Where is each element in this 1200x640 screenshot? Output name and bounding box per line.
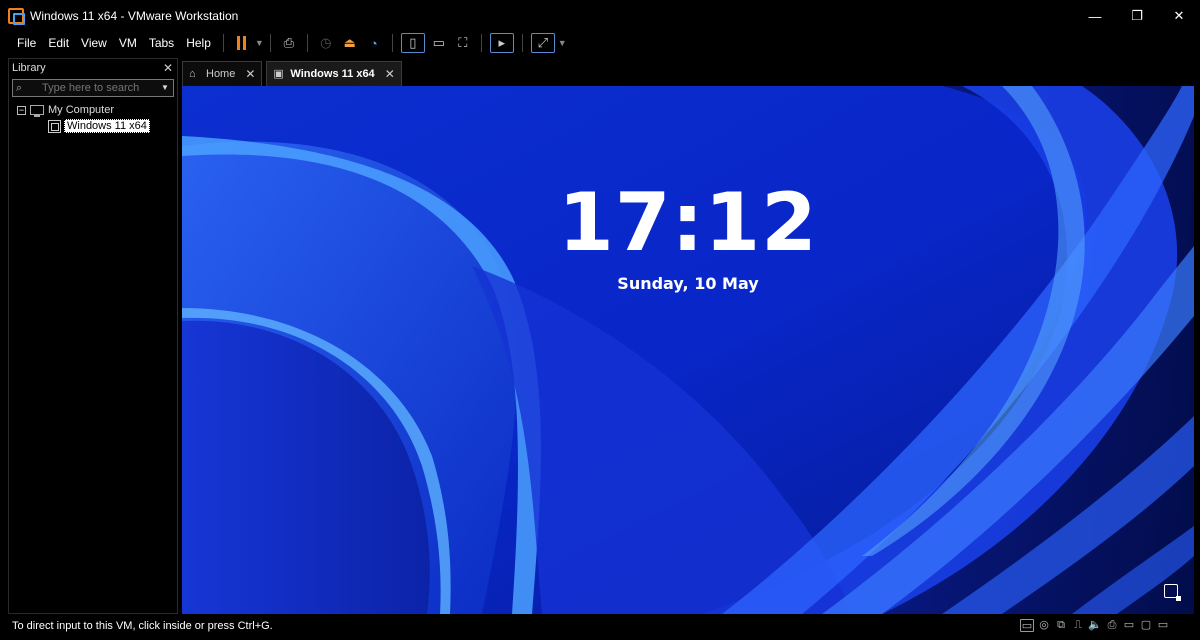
status-message: To direct input to this VM, click inside…: [12, 620, 273, 632]
vmware-logo-icon: [8, 8, 25, 25]
menu-file[interactable]: File: [11, 36, 42, 50]
title-bar: Windows 11 x64 - VMware Workstation — ❐ …: [0, 0, 1200, 32]
message-log-icon[interactable]: ▢: [1139, 619, 1153, 632]
vm-icon: [48, 119, 61, 133]
tab-strip: ⌂ Home ✕ ▣ Windows 11 x64 ✕: [182, 60, 1194, 86]
library-panel: Library ✕ ⌕ ▼ − My Computer Windows 11 x…: [8, 58, 178, 614]
accessibility-icon[interactable]: [1164, 584, 1181, 601]
collapse-icon[interactable]: −: [17, 105, 26, 115]
menu-tabs[interactable]: Tabs: [143, 36, 180, 50]
tree-item-windows-11-x64[interactable]: Windows 11 x64: [9, 118, 177, 134]
library-tree: − My Computer Windows 11 x64: [9, 102, 177, 134]
show-thumbnail-icon[interactable]: ▭: [427, 33, 451, 53]
device-status-icons: ▭ ◎ ⧉ ⎍ 🔈 ⎙ ▭ ▢ ▭: [1020, 619, 1170, 632]
sound-icon[interactable]: 🔈: [1088, 619, 1102, 632]
window-title: Windows 11 x64 - VMware Workstation: [30, 9, 239, 23]
tab-label: Windows 11 x64: [290, 68, 375, 80]
home-icon: ⌂: [189, 68, 196, 80]
show-library-icon[interactable]: ▯: [400, 33, 425, 53]
pause-icon: [237, 36, 247, 50]
wallpaper-bloom: [182, 86, 1194, 614]
computer-icon: [30, 105, 44, 117]
tree-item-label: Windows 11 x64: [64, 119, 150, 133]
printer-icon[interactable]: ⎙: [1105, 619, 1119, 632]
status-bar: To direct input to this VM, click inside…: [0, 616, 1200, 636]
pause-button[interactable]: [230, 33, 254, 53]
stretch-icon[interactable]: ⤢: [530, 33, 555, 53]
window-controls: — ❐ ✕: [1074, 0, 1200, 32]
send-ctrl-alt-del-icon[interactable]: ⎙: [277, 33, 301, 53]
tab-close-icon[interactable]: ✕: [245, 67, 255, 81]
toolbar-divider: [480, 34, 482, 52]
revert-snapshot-icon[interactable]: ⏏: [338, 33, 362, 53]
full-screen-icon[interactable]: ⛶: [451, 33, 475, 53]
display-icon[interactable]: ▭: [1122, 619, 1136, 632]
menu-edit[interactable]: Edit: [42, 36, 75, 50]
vm-icon: ▣: [273, 68, 284, 80]
snapshot-manager-icon[interactable]: ◔: [362, 33, 386, 53]
toolbar-divider: [521, 34, 523, 52]
stretch-dropdown-icon[interactable]: ▼: [558, 38, 567, 48]
menu-help[interactable]: Help: [180, 36, 217, 50]
lock-screen-time: 17:12: [558, 176, 818, 269]
library-close-icon[interactable]: ✕: [163, 61, 173, 75]
library-search: ⌕ ▼: [12, 79, 174, 97]
toolbar-divider: [222, 34, 224, 52]
library-header: Library ✕: [9, 59, 177, 77]
vm-display[interactable]: 17:12 Sunday, 10 May: [182, 86, 1194, 614]
toolbar-divider: [269, 34, 271, 52]
toolbar-divider: [306, 34, 308, 52]
console-icon[interactable]: ▸: [489, 33, 514, 53]
lock-screen-date: Sunday, 10 May: [617, 274, 759, 293]
menu-toolbar: File Edit View VM Tabs Help ▼ ⎙ ◷ ⏏ ◔ ▯ …: [0, 32, 1200, 54]
minimize-button[interactable]: —: [1074, 0, 1116, 32]
tab-home[interactable]: ⌂ Home ✕: [182, 61, 263, 86]
menu-view[interactable]: View: [75, 36, 113, 50]
tab-close-icon[interactable]: ✕: [385, 67, 395, 81]
library-title: Library: [12, 62, 46, 74]
library-search-input[interactable]: [42, 82, 162, 94]
tab-label: Home: [206, 68, 236, 80]
maximize-button[interactable]: ❐: [1116, 0, 1158, 32]
search-icon: ⌕: [16, 82, 23, 94]
tree-item-my-computer[interactable]: − My Computer: [9, 102, 177, 118]
tab-windows-11-x64[interactable]: ▣ Windows 11 x64 ✕: [266, 61, 402, 86]
toolbar-divider: [391, 34, 393, 52]
vmware-window: Windows 11 x64 - VMware Workstation — ❐ …: [0, 0, 1200, 640]
snapshot-icon[interactable]: ◷: [314, 33, 338, 53]
chevron-down-icon[interactable]: ▼: [159, 82, 171, 94]
usb-icon[interactable]: ⎍: [1071, 619, 1085, 632]
hard-disk-icon[interactable]: ▭: [1020, 619, 1034, 632]
close-button[interactable]: ✕: [1158, 0, 1200, 32]
power-dropdown-icon[interactable]: ▼: [255, 38, 264, 48]
network-icon[interactable]: ⧉: [1054, 619, 1068, 632]
cd-dvd-icon[interactable]: ◎: [1037, 619, 1051, 632]
notes-icon[interactable]: ▭: [1156, 619, 1170, 632]
menu-vm[interactable]: VM: [113, 36, 143, 50]
tree-item-label: My Computer: [48, 104, 115, 116]
